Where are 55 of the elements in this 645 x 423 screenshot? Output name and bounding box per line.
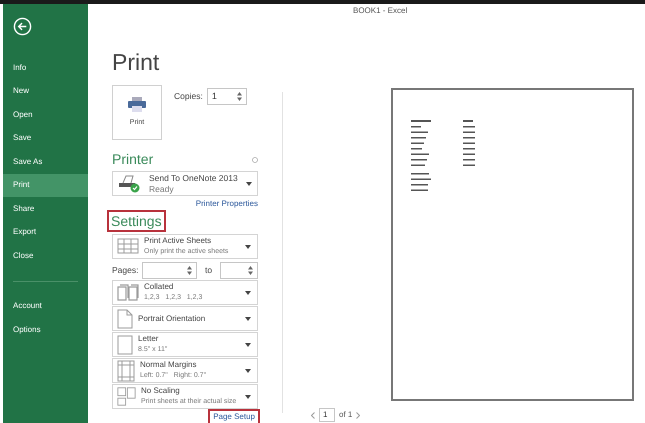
portrait-page-icon [117, 308, 133, 328]
caret-icon [245, 394, 251, 398]
settings-dropdown[interactable]: Portrait Orientation [112, 306, 258, 331]
pages-to-field[interactable] [220, 262, 258, 278]
pages-from-field[interactable] [142, 262, 198, 278]
spinner-arrows-icon [248, 266, 253, 274]
copies-label: Copies: [174, 90, 203, 103]
option-title: Portrait Orientation [138, 314, 206, 324]
sheet-grid-icon [117, 236, 139, 256]
option-title: No Scaling [141, 386, 181, 396]
caret-icon [245, 244, 251, 248]
caret-icon [245, 342, 251, 346]
caret-icon [245, 368, 251, 372]
option-title: Normal Margins [140, 360, 198, 370]
page-setup-link[interactable]: Page Setup [210, 411, 258, 423]
option-title: Collated [144, 282, 174, 292]
page-icon [117, 334, 133, 354]
sidebar-item[interactable]: New [3, 80, 88, 103]
sidebar-item[interactable]: Open [3, 103, 88, 126]
margins-icon [117, 360, 135, 382]
printer-properties-link[interactable]: Printer Properties [196, 198, 258, 210]
sidebar-item[interactable]: Close [3, 244, 88, 268]
caret-icon [246, 182, 252, 186]
sidebar-item[interactable]: Options [3, 318, 88, 342]
printer-icon [128, 96, 146, 112]
previous-page-icon[interactable] [311, 412, 315, 418]
sidebar-item[interactable]: Save As [3, 150, 88, 174]
option-title: Letter [138, 334, 160, 344]
sidebar-item[interactable]: Account [3, 294, 88, 318]
caret-icon [245, 290, 251, 294]
sidebar-item[interactable]: Save [3, 126, 88, 150]
copies-field[interactable]: 1 [206, 88, 247, 105]
option-title: Print Active Sheets [144, 236, 212, 246]
window-title: BOOK1 - Excel [353, 5, 408, 17]
sidebar-item[interactable]: Info [3, 56, 88, 80]
sidebar-item[interactable]: Export [3, 220, 88, 244]
pages-label: Pages: [112, 264, 138, 276]
caret-icon [245, 316, 251, 320]
next-page-icon[interactable] [356, 412, 360, 418]
printer-dropdown[interactable]: Send To OneNote 2013 Ready [112, 171, 258, 196]
printer-name: Send To OneNote 2013 [149, 172, 238, 184]
sidebar-item[interactable]: Print [3, 174, 88, 197]
settings-heading: Settings [109, 212, 164, 230]
page-count: of 1 [339, 409, 352, 421]
printer-status: Ready [149, 184, 175, 194]
page-number-field[interactable]: 1 [319, 408, 335, 422]
spinner-arrows-icon [187, 266, 192, 274]
printer-heading: Printer [112, 150, 154, 169]
to-label: to [204, 264, 214, 276]
pages-stack-icon [117, 284, 139, 302]
printer-ready-icon [117, 174, 141, 192]
sidebar-item[interactable]: Share [3, 197, 88, 220]
scaling-icon [117, 387, 136, 406]
page-heading: Print [112, 49, 160, 75]
spinner-arrows-icon [236, 92, 242, 101]
